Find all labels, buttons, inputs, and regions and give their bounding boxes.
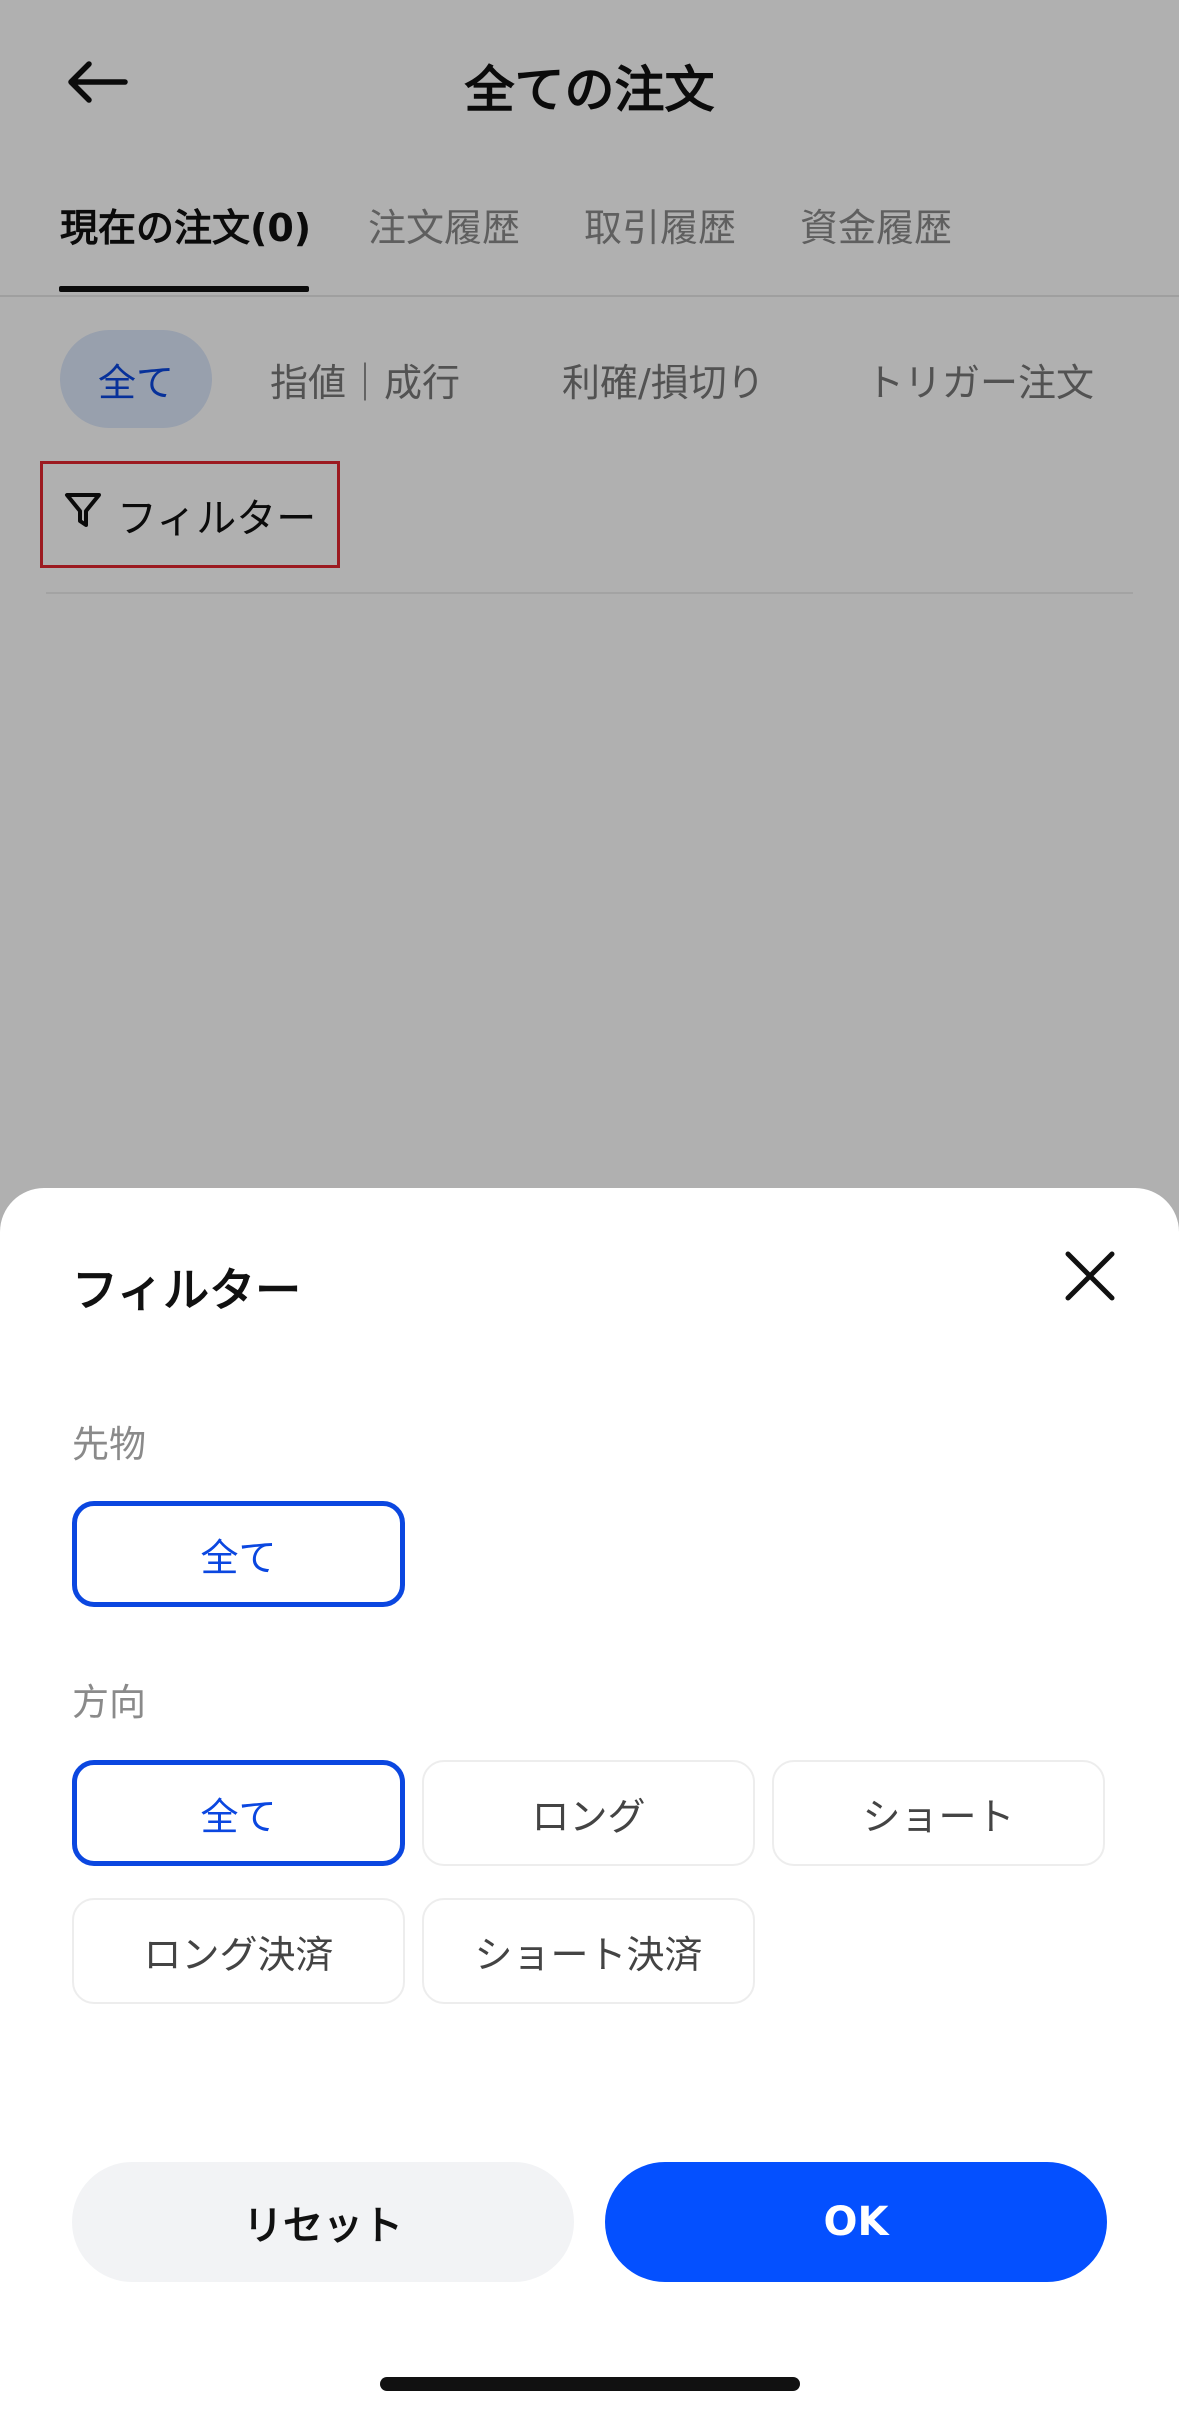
ok-button[interactable]: OK: [605, 2162, 1107, 2282]
orders-page: 全ての注文 現在の注文(0) 注文履歴 取引履歴 資金履歴 全て 指値｜成行 利…: [0, 0, 1179, 2412]
direction-section-label: 方向: [72, 1681, 146, 1724]
filter-sheet: フィルター 先物 全て 方向 全て ロング ショート ロング決済 ショート決済 …: [0, 1188, 1179, 2412]
direction-option-close-short[interactable]: ショート決済: [422, 1898, 755, 2004]
futures-section-label: 先物: [72, 1423, 146, 1466]
home-indicator[interactable]: [380, 2377, 800, 2391]
close-icon: [1064, 1250, 1116, 1306]
direction-option-close-long[interactable]: ロング決済: [72, 1898, 405, 2004]
direction-option-short[interactable]: ショート: [772, 1760, 1105, 1866]
close-button[interactable]: [1050, 1238, 1130, 1318]
futures-option-all[interactable]: 全て: [72, 1501, 405, 1607]
reset-button[interactable]: リセット: [72, 2162, 574, 2282]
sheet-title: フィルター: [72, 1263, 302, 1317]
direction-option-long[interactable]: ロング: [422, 1760, 755, 1866]
direction-option-all[interactable]: 全て: [72, 1760, 405, 1866]
